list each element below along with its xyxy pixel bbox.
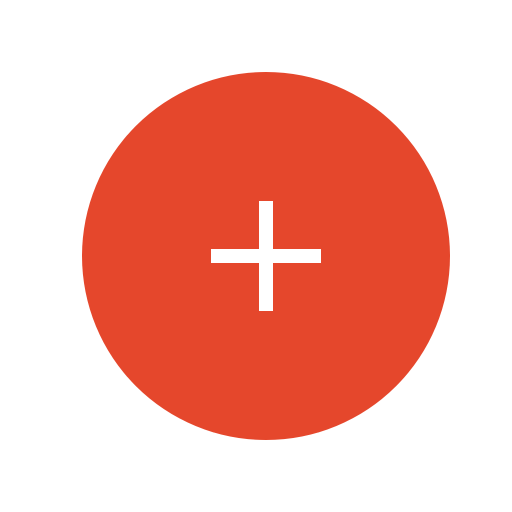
add-button[interactable] [82,72,450,440]
app-canvas [0,0,512,512]
plus-icon-vertical-bar [259,201,273,311]
